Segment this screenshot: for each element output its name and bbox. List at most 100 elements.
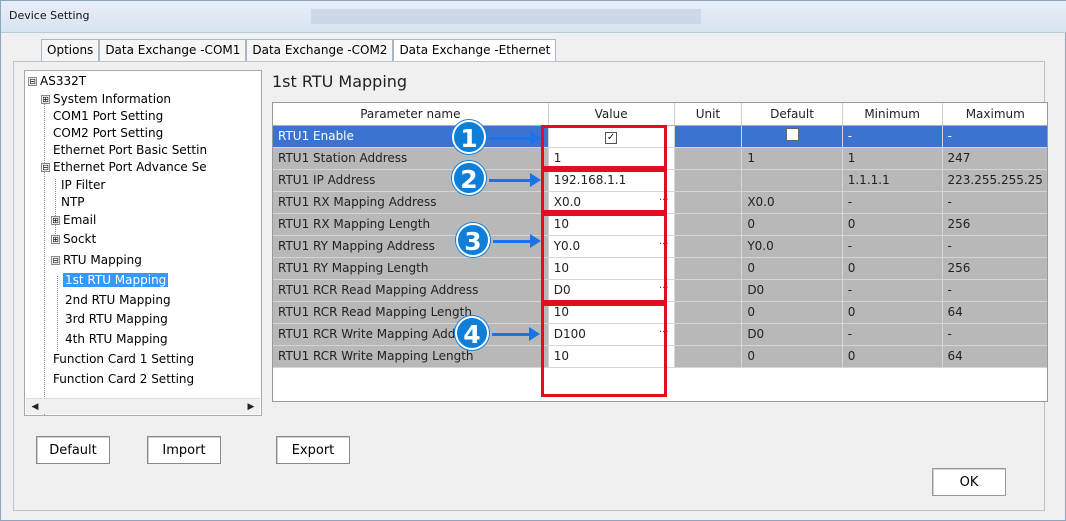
tree-guide-line bbox=[44, 95, 45, 415]
table-row[interactable]: RTU1 Enable ✓ - - bbox=[273, 125, 1047, 148]
parameter-table: Parameter name Value Unit Default Minimu… bbox=[272, 102, 1048, 402]
tree-item-label: AS332T bbox=[40, 74, 87, 88]
expand-icon[interactable]: ⊞ bbox=[51, 235, 60, 244]
value-cell[interactable]: D0 ··· bbox=[548, 279, 675, 302]
tree-item-com2-port-setting[interactable]: COM2 Port Setting bbox=[53, 125, 163, 142]
default-cell: X0.0 bbox=[741, 191, 843, 214]
tree-item-ethernet-advance[interactable]: ⊟ Ethernet Port Advance Se bbox=[41, 159, 207, 176]
unit-cell bbox=[674, 257, 743, 280]
collapse-icon[interactable]: ⊟ bbox=[28, 77, 37, 86]
tree-item-label: RTU Mapping bbox=[63, 253, 142, 267]
tree-item-function-card-2[interactable]: Function Card 2 Setting bbox=[53, 371, 194, 388]
min-cell: - bbox=[842, 279, 943, 302]
max-cell: 247 bbox=[942, 147, 1047, 170]
browse-icon[interactable]: ··· bbox=[659, 283, 669, 294]
table-row[interactable]: RTU1 RX Mapping Length 10 0 0 256 bbox=[273, 213, 1047, 236]
value-cell[interactable]: 10 bbox=[548, 301, 675, 324]
tree-item-as332t[interactable]: ⊟ AS332T bbox=[28, 73, 86, 90]
max-cell: - bbox=[942, 323, 1047, 346]
tab-options[interactable]: Options bbox=[41, 39, 100, 61]
table-row[interactable]: RTU1 RCR Read Mapping Length 10 0 0 64 bbox=[273, 301, 1047, 324]
expand-icon[interactable]: ⊞ bbox=[51, 216, 60, 225]
tree-item-3rd-rtu-mapping[interactable]: 3rd RTU Mapping bbox=[65, 311, 168, 328]
tree-item-ethernet-basic[interactable]: Ethernet Port Basic Settin bbox=[53, 142, 207, 159]
min-cell: 0 bbox=[842, 213, 943, 236]
browse-icon[interactable]: ··· bbox=[659, 239, 669, 250]
unit-cell bbox=[674, 169, 743, 192]
param-name: RTU1 RX Mapping Length bbox=[273, 213, 549, 236]
tab-strip: Options Data Exchange -COM1 Data Exchang… bbox=[41, 39, 557, 61]
scroll-right-icon[interactable]: ▶ bbox=[243, 400, 259, 414]
device-setting-window: Device Setting Options Data Exchange -CO… bbox=[0, 0, 1066, 521]
tree-item-2nd-rtu-mapping[interactable]: 2nd RTU Mapping bbox=[65, 292, 171, 309]
import-button[interactable]: Import bbox=[147, 436, 221, 464]
value-text: D100 bbox=[553, 327, 586, 341]
expand-icon[interactable]: ⊞ bbox=[41, 95, 50, 104]
tree-item-email[interactable]: ⊞ Email bbox=[51, 212, 96, 229]
max-cell: 64 bbox=[942, 345, 1047, 368]
tree-horizontal-scrollbar[interactable]: ◀ ▶ bbox=[26, 398, 260, 414]
table-row[interactable]: RTU1 RY Mapping Address Y0.0 ··· Y0.0 - - bbox=[273, 235, 1047, 258]
callout-arrow-3 bbox=[493, 234, 541, 248]
min-cell: - bbox=[842, 125, 943, 148]
min-cell: 0 bbox=[842, 345, 943, 368]
tab-content-panel: ⊟ AS332T ⊞ System Information COM1 Port Se… bbox=[13, 61, 1048, 511]
tab-data-exchange-ethernet[interactable]: Data Exchange -Ethernet bbox=[393, 39, 557, 61]
tree-item-function-card-1[interactable]: Function Card 1 Setting bbox=[53, 351, 194, 368]
tree-item-com1-port-setting[interactable]: COM1 Port Setting bbox=[53, 108, 163, 125]
value-cell[interactable]: 10 bbox=[548, 257, 675, 280]
unit-cell bbox=[674, 345, 743, 368]
tree-item-rtu-mapping[interactable]: ⊟ RTU Mapping bbox=[51, 252, 142, 269]
tree-item-1st-rtu-mapping[interactable]: 1st RTU Mapping bbox=[63, 272, 169, 289]
tree-item-label: 2nd RTU Mapping bbox=[65, 293, 171, 307]
table-row[interactable]: RTU1 RX Mapping Address X0.0 ··· X0.0 - - bbox=[273, 191, 1047, 214]
default-cell: 0 bbox=[741, 257, 843, 280]
unit-cell bbox=[674, 235, 743, 258]
tree-item-ip-filter[interactable]: IP Filter bbox=[61, 177, 105, 194]
tree-item-label: Function Card 2 Setting bbox=[53, 372, 195, 386]
export-button[interactable]: Export bbox=[276, 436, 350, 464]
browse-icon[interactable]: ··· bbox=[659, 327, 669, 338]
title-bar: Device Setting bbox=[1, 1, 1066, 33]
table-row[interactable]: RTU1 RY Mapping Length 10 0 0 256 bbox=[273, 257, 1047, 280]
tree-item-sockt[interactable]: ⊞ Sockt bbox=[51, 231, 96, 248]
tree-item-label: 3rd RTU Mapping bbox=[65, 312, 168, 326]
table-row[interactable]: RTU1 IP Address 192.168.1.1 1.1.1.1 223.… bbox=[273, 169, 1047, 192]
value-cell[interactable]: ✓ bbox=[548, 125, 675, 148]
tree-item-system-information[interactable]: ⊞ System Information bbox=[41, 91, 171, 108]
table-row[interactable]: RTU1 RCR Write Mapping Length 10 0 0 64 bbox=[273, 345, 1047, 368]
value-text: Y0.0 bbox=[553, 239, 581, 253]
callout-marker-1: 1 bbox=[452, 120, 486, 154]
table-row[interactable]: RTU1 RCR Write Mapping Address D100 ··· D… bbox=[273, 323, 1047, 346]
column-header-default: Default bbox=[741, 103, 843, 126]
value-cell[interactable]: Y0.0 ··· bbox=[548, 235, 675, 258]
value-cell[interactable]: 10 bbox=[548, 213, 675, 236]
callout-arrow-2 bbox=[489, 173, 541, 187]
enable-checkbox[interactable]: ✓ bbox=[605, 131, 618, 144]
collapse-icon[interactable]: ⊟ bbox=[41, 163, 50, 172]
default-cell bbox=[741, 169, 843, 192]
table-row[interactable]: RTU1 Station Address 1 1 1 247 bbox=[273, 147, 1047, 170]
collapse-icon[interactable]: ⊟ bbox=[51, 256, 60, 265]
browse-icon[interactable]: ··· bbox=[659, 195, 669, 206]
table-row[interactable]: RTU1 RCR Read Mapping Address D0 ··· D0 -… bbox=[273, 279, 1047, 302]
unit-cell bbox=[674, 323, 743, 346]
default-button[interactable]: Default bbox=[36, 436, 110, 464]
column-header-unit: Unit bbox=[674, 103, 743, 126]
value-cell[interactable]: 1 bbox=[548, 147, 675, 170]
tab-data-exchange-com1[interactable]: Data Exchange -COM1 bbox=[99, 39, 247, 61]
ok-button[interactable]: OK bbox=[932, 468, 1006, 496]
callout-marker-4: 4 bbox=[455, 316, 489, 350]
value-cell[interactable]: 10 bbox=[548, 345, 675, 368]
tree-item-ntp[interactable]: NTP bbox=[61, 194, 85, 211]
callout-arrow-1 bbox=[489, 131, 541, 145]
value-cell[interactable]: D100 ··· bbox=[548, 323, 675, 346]
value-cell[interactable]: X0.0 ··· bbox=[548, 191, 675, 214]
tree-item-4th-rtu-mapping[interactable]: 4th RTU Mapping bbox=[65, 331, 168, 348]
value-cell[interactable]: 192.168.1.1 bbox=[548, 169, 675, 192]
default-cell: D0 bbox=[741, 279, 843, 302]
scroll-left-icon[interactable]: ◀ bbox=[27, 400, 43, 414]
unit-cell bbox=[674, 301, 743, 324]
tab-data-exchange-com2[interactable]: Data Exchange -COM2 bbox=[246, 39, 394, 61]
settings-tree[interactable]: ⊟ AS332T ⊞ System Information COM1 Port Se… bbox=[24, 70, 262, 416]
